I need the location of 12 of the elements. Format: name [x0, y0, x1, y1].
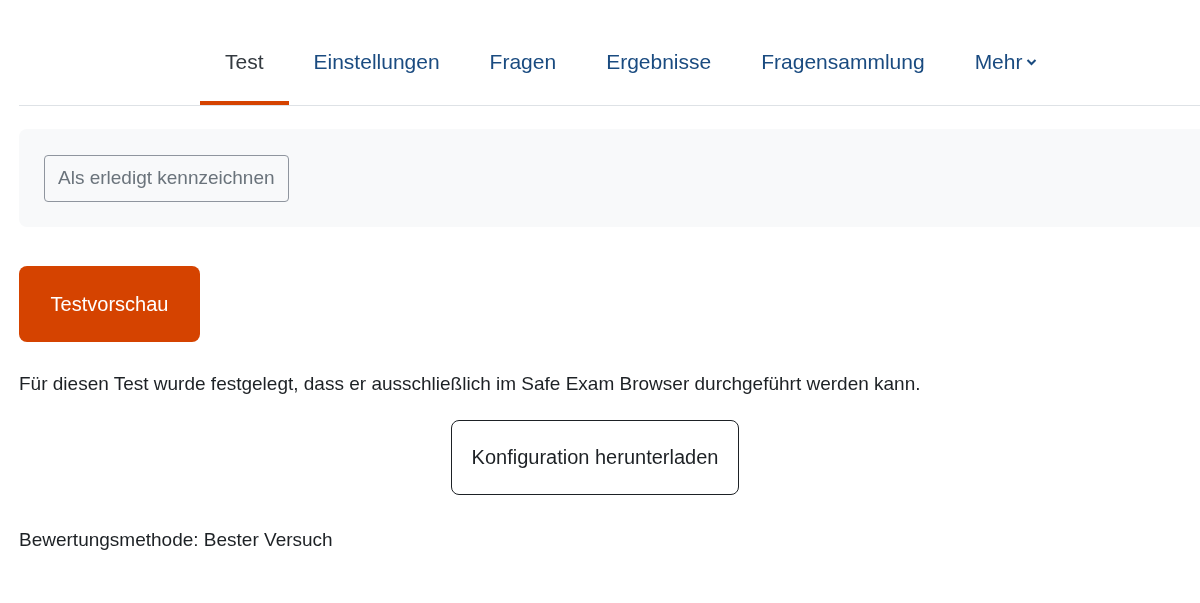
chevron-down-icon	[1026, 58, 1038, 66]
notice-text: Für diesen Test wurde festgelegt, dass er ausschließlich im Safe Exam Browser durchgeführt werden kann.	[19, 372, 922, 396]
download-config-button[interactable]: Konfiguration herunterladen	[450, 419, 740, 495]
grading-method-text: Bewertungsmethode: Bester Versuch	[19, 527, 334, 552]
preview-button[interactable]: Testvorschau	[19, 266, 200, 342]
nav-tab[interactable]: Ergebnisse	[581, 38, 737, 105]
nav-tab[interactable]: Fragen	[464, 38, 582, 105]
nav-tab[interactable]: Test	[200, 38, 289, 105]
mark-as-done-button[interactable]: Als erledigt kennzeichnen	[44, 154, 289, 202]
nav-tab[interactable]: Fragensammlung	[736, 38, 950, 105]
nav-tab[interactable]: Einstellungen	[288, 38, 465, 105]
nav-tab[interactable]: Mehr	[949, 38, 1063, 105]
